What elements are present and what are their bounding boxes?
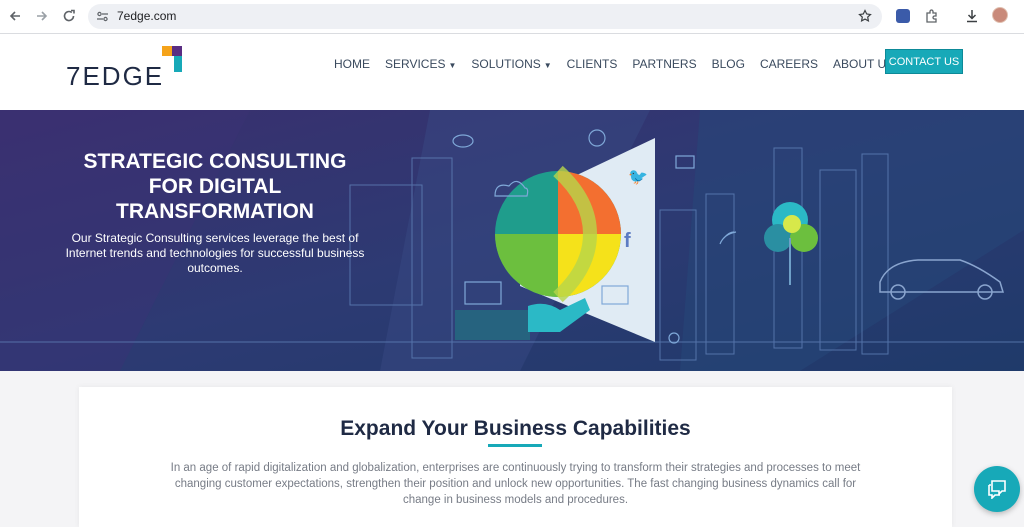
nav-blog[interactable]: BLOG	[712, 57, 745, 71]
caret-down-icon: ▼	[448, 61, 457, 70]
logo-purple-square	[172, 46, 182, 56]
site-settings-icon[interactable]	[96, 10, 109, 28]
svg-text:f: f	[624, 230, 631, 252]
hero-title: STRATEGIC CONSULTING FOR DIGITAL TRANSFO…	[83, 150, 347, 223]
nav-home[interactable]: HOME	[334, 57, 370, 71]
star-icon[interactable]	[858, 9, 872, 28]
section-body: In an age of rapid digitalization and gl…	[170, 462, 861, 506]
back-icon[interactable]	[4, 5, 26, 27]
nav-clients[interactable]: CLIENTS	[567, 57, 618, 71]
reload-icon[interactable]	[58, 5, 80, 27]
browser-toolbar: 7edge.com	[0, 0, 1024, 33]
nav-services[interactable]: SERVICES ▼	[385, 57, 456, 71]
site-header: 7EDGE HOME SERVICES ▼ SOLUTIONS ▼ CLIENTS …	[0, 34, 1024, 110]
title-underline	[488, 444, 542, 447]
forward-icon[interactable]	[31, 5, 53, 27]
logo-orange-square	[162, 46, 172, 56]
section-title: Expand Your Business Capabilities	[340, 417, 691, 440]
logo-text: 7EDGE	[66, 61, 165, 91]
url-text[interactable]: 7edge.com	[117, 9, 176, 23]
nav-careers[interactable]: CAREERS	[760, 57, 818, 71]
chat-button[interactable]	[974, 466, 1020, 512]
logo-teal-bar	[174, 56, 182, 72]
caret-down-icon: ▼	[543, 61, 552, 70]
chat-icon	[988, 480, 1006, 499]
puzzle-icon[interactable]	[924, 8, 940, 29]
nav-partners[interactable]: PARTNERS	[632, 57, 696, 71]
contact-us-button[interactable]: CONTACT US	[885, 49, 963, 74]
extension-icon[interactable]	[896, 9, 910, 23]
hero-banner: 🐦 f STRATEGIC CONSULTING FOR DIGITAL TRA…	[0, 110, 1024, 371]
download-icon[interactable]	[964, 8, 980, 29]
nav-solutions[interactable]: SOLUTIONS ▼	[471, 57, 551, 71]
hero-subtitle: Our Strategic Consulting services levera…	[65, 231, 365, 275]
logo[interactable]: 7EDGE	[66, 43, 186, 95]
address-bar[interactable]: 7edge.com	[88, 4, 882, 29]
svg-text:🐦: 🐦	[628, 167, 648, 186]
capabilities-card: Expand Your Business Capabilities In an …	[79, 387, 952, 527]
profile-avatar[interactable]	[992, 7, 1008, 23]
main-nav: HOME SERVICES ▼ SOLUTIONS ▼ CLIENTS PARTNE…	[334, 57, 920, 71]
content-area: Expand Your Business Capabilities In an …	[0, 371, 1024, 527]
